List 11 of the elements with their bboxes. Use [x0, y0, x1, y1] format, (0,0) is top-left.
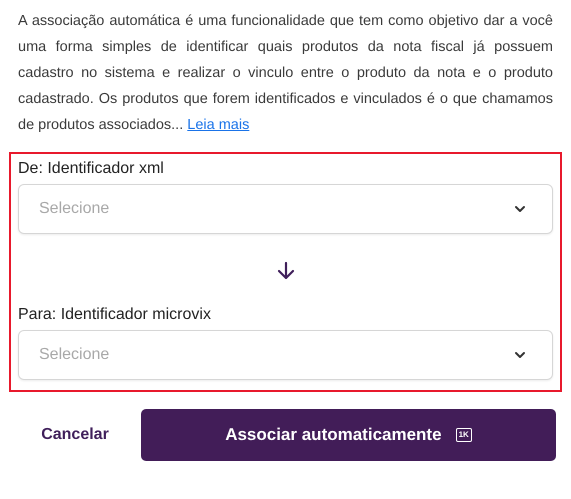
cancel-button[interactable]: Cancelar — [9, 409, 141, 461]
read-more-link[interactable]: Leia mais — [187, 117, 250, 133]
shortcut-badge: 1K — [456, 428, 472, 442]
field-label: De: Identificador xml — [18, 160, 165, 178]
auto-associate-button[interactable]: Associar automaticamente 1K — [141, 409, 556, 461]
chevron-down-icon — [514, 205, 526, 213]
chevron-down-icon — [514, 351, 526, 359]
select-field[interactable]: Selecione — [18, 330, 553, 380]
field-label: Para: Identificador microvix — [18, 306, 212, 324]
select-field[interactable]: Selecione — [18, 184, 553, 234]
description-text: A associação automática é uma funcionalidade que tem como objetivo dar a você uma forma simples de identificar quais produtos da nota fiscal já possuem cadastro no sistema e realizar o vinculo entre o produto da nota e o produto cadastrado. Os produtos que forem identificados e vinculados é o que chamamos de produtos associados... Leia mais — [17, 12, 554, 135]
